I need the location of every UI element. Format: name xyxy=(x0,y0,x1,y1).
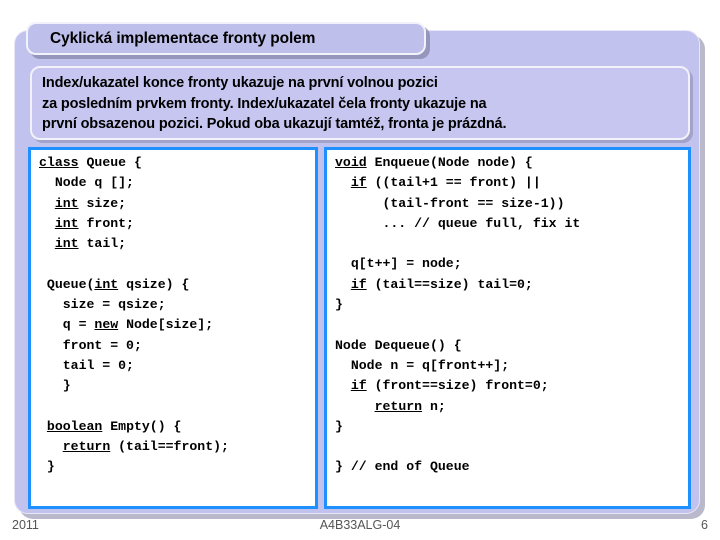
code-keyword: boolean xyxy=(46,418,103,434)
code-token: } xyxy=(39,378,71,394)
slide-footer: 2011 A4B33ALG-04 6 xyxy=(0,518,720,540)
code-line: ... // queue full, fix it xyxy=(335,214,688,234)
code-token: (front==size) front=0; xyxy=(366,378,549,394)
code-line: boolean Empty() { xyxy=(39,417,315,437)
code-token: ... // queue full, fix it xyxy=(335,215,581,231)
code-keyword: int xyxy=(54,195,79,211)
code-keyword: if xyxy=(350,378,367,394)
code-line: } xyxy=(39,457,315,477)
code-line: } // end of Queue xyxy=(335,457,688,477)
code-keyword: void xyxy=(335,155,367,170)
code-token: front; xyxy=(78,215,134,231)
code-token: } xyxy=(335,418,343,434)
code-token: n; xyxy=(422,398,446,414)
code-line: int size; xyxy=(39,194,315,214)
code-token: Enqueue(Node node) { xyxy=(366,155,533,170)
code-token: ((tail+1 == front) || xyxy=(366,175,541,191)
code-line: void Enqueue(Node node) { xyxy=(335,153,688,173)
code-token: (tail-front == size-1)) xyxy=(335,195,565,211)
code-right-text: void Enqueue(Node node) { if ((tail+1 ==… xyxy=(327,150,688,478)
code-line: q = new Node[size]; xyxy=(39,315,315,335)
code-line: if ((tail+1 == front) || xyxy=(335,173,688,193)
code-left-text: class Queue { Node q []; int size; int f… xyxy=(31,150,315,478)
code-line: if (tail==size) tail=0; xyxy=(335,275,688,295)
code-keyword: if xyxy=(350,276,367,292)
page-title: Cyklická implementace fronty polem xyxy=(50,29,316,47)
code-token: q = xyxy=(39,317,95,333)
code-keyword: return xyxy=(62,439,111,455)
code-token: } xyxy=(39,459,55,475)
code-keyword: int xyxy=(54,215,79,231)
footer-page-number: 6 xyxy=(701,518,708,532)
code-line: return (tail==front); xyxy=(39,437,315,457)
code-keyword: if xyxy=(350,175,367,191)
code-token: q[t++] = node; xyxy=(335,256,462,272)
code-line: tail = 0; xyxy=(39,356,315,376)
slide-body-text: Index/ukazatel konce fronty ukazuje na p… xyxy=(42,75,507,132)
code-line: q[t++] = node; xyxy=(335,254,688,274)
code-line: } xyxy=(335,295,688,315)
footer-course-code: A4B33ALG-04 xyxy=(319,518,401,532)
code-token: Queue { xyxy=(78,155,142,170)
code-line: class Queue { xyxy=(39,153,315,173)
code-token: Node Dequeue() { xyxy=(335,337,462,353)
code-token: size; xyxy=(78,195,127,211)
code-token: size = qsize; xyxy=(39,297,166,313)
code-line: (tail-front == size-1)) xyxy=(335,194,688,214)
code-token: (tail==front); xyxy=(110,439,229,455)
code-keyword: return xyxy=(374,398,423,414)
code-token: qsize) { xyxy=(118,276,190,292)
code-keyword: int xyxy=(94,276,119,292)
code-token: (tail==size) tail=0; xyxy=(366,276,533,292)
code-line: int tail; xyxy=(39,234,315,254)
code-keyword: class xyxy=(39,155,79,170)
code-line: int front; xyxy=(39,214,315,234)
code-line: } xyxy=(39,376,315,396)
code-line: } xyxy=(335,417,688,437)
code-block-left: class Queue { Node q []; int size; int f… xyxy=(28,147,318,509)
code-token: } xyxy=(335,297,343,313)
code-token: Node n = q[front++]; xyxy=(335,357,510,373)
code-token: tail = 0; xyxy=(39,357,134,373)
code-line: Node Dequeue() { xyxy=(335,336,688,356)
slide-title-plate: Cyklická implementace fronty polem xyxy=(26,22,426,55)
code-line: Node q []; xyxy=(39,173,315,193)
code-token: front = 0; xyxy=(39,337,142,353)
code-token: tail; xyxy=(78,236,127,252)
code-line: return n; xyxy=(335,397,688,417)
code-token: Node[size]; xyxy=(118,317,214,333)
slide-body-plate: Index/ukazatel konce fronty ukazuje na p… xyxy=(30,66,690,140)
code-line: Queue(int qsize) { xyxy=(39,275,315,295)
code-token: Queue( xyxy=(39,276,95,292)
code-line: size = qsize; xyxy=(39,295,315,315)
code-token: Empty() { xyxy=(102,418,182,434)
code-line: if (front==size) front=0; xyxy=(335,376,688,396)
code-keyword: new xyxy=(94,317,119,333)
code-keyword: int xyxy=(54,236,79,252)
code-token: } // end of Queue xyxy=(335,459,470,475)
code-line: Node n = q[front++]; xyxy=(335,356,688,376)
code-token: Node q []; xyxy=(39,175,134,191)
code-line: front = 0; xyxy=(39,336,315,356)
code-block-right: void Enqueue(Node node) { if ((tail+1 ==… xyxy=(324,147,691,509)
